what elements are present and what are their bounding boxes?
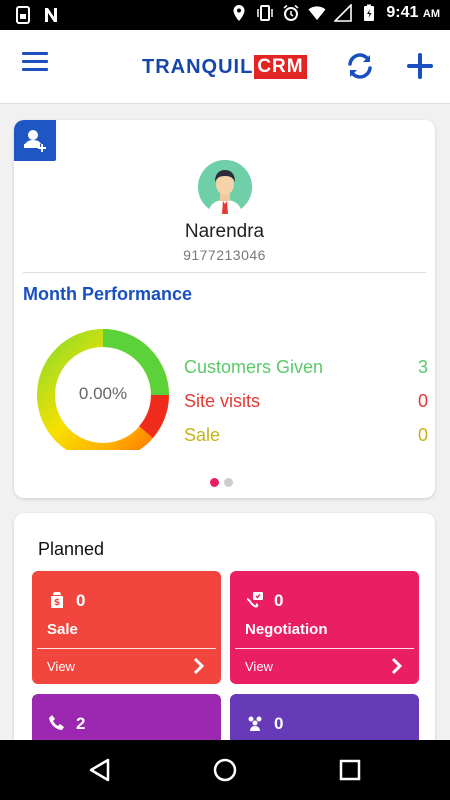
- clock: 9:41 AM: [386, 4, 440, 22]
- add-user-icon: [24, 130, 46, 152]
- phone-icon: [49, 715, 64, 730]
- tile-divider: [235, 648, 414, 649]
- tile-count: 0: [76, 591, 86, 610]
- vibrate-icon: [257, 5, 274, 21]
- battery-charging-icon: [364, 4, 375, 21]
- tile-count: 2: [76, 714, 86, 733]
- logo-text-crm: CRM: [254, 55, 307, 79]
- metric-value: 0: [417, 425, 428, 445]
- tile-view-link[interactable]: View: [47, 659, 75, 674]
- n-logo-icon: [45, 8, 57, 22]
- metric-sale: Sale 0: [184, 425, 428, 446]
- refresh-icon: [348, 53, 372, 79]
- menu-icon-bar: [22, 60, 48, 63]
- divider: [23, 272, 426, 273]
- page-dot[interactable]: [224, 478, 233, 487]
- menu-button[interactable]: [22, 52, 48, 74]
- add-user-button[interactable]: [14, 120, 56, 161]
- performance-card: Narendra 9177213046 Month Performance 0.…: [14, 120, 435, 498]
- refresh-button[interactable]: [344, 50, 376, 82]
- user-phone: 9177213046: [183, 247, 266, 263]
- metric-customers-given: Customers Given 3: [184, 357, 428, 378]
- metric-label: Customers Given: [184, 357, 324, 377]
- avatar-icon: [198, 160, 252, 214]
- page-indicator: [210, 478, 233, 487]
- tile-view-link[interactable]: View: [245, 659, 273, 674]
- app-logo: TRANQUIL CRM: [142, 54, 307, 80]
- menu-icon-bar: [22, 68, 48, 71]
- tile-count: 0: [274, 591, 284, 610]
- tile-count: 0: [274, 714, 284, 733]
- signal-icon: [334, 4, 353, 22]
- planned-title: Planned: [38, 539, 105, 559]
- plus-icon: [407, 53, 433, 79]
- metric-value: 0: [417, 391, 428, 411]
- recents-icon[interactable]: [338, 758, 362, 782]
- planned-negotiation-tile[interactable]: 0 Negotiation View: [230, 571, 419, 684]
- location-icon: [233, 5, 245, 21]
- alarm-icon: [283, 4, 299, 21]
- chevron-right-icon[interactable]: [391, 657, 403, 675]
- month-performance-title: Month Performance: [23, 284, 193, 304]
- menu-icon-bar: [22, 52, 48, 55]
- sale-bag-icon: $: [51, 592, 63, 608]
- clock-ampm: AM: [422, 8, 440, 20]
- sim-card-icon: [16, 6, 30, 24]
- home-icon[interactable]: [212, 757, 238, 783]
- meeting-icon: [248, 716, 262, 731]
- wifi-icon: [308, 6, 326, 21]
- add-button[interactable]: [404, 50, 436, 82]
- back-icon[interactable]: [88, 757, 112, 783]
- page-dot-active[interactable]: [210, 478, 219, 487]
- planned-sale-tile[interactable]: $ 0 Sale View: [32, 571, 221, 684]
- status-bar: 9:41 AM: [0, 0, 450, 30]
- svg-text:$: $: [54, 598, 60, 608]
- logo-text-tranquil: TRANQUIL: [142, 55, 254, 78]
- planned-card: Planned $ 0 Sale View 0 Negotiation View…: [14, 513, 435, 800]
- app-bar: TRANQUIL CRM: [0, 30, 450, 104]
- negotiation-icon: [246, 592, 263, 608]
- user-name: Narendra: [184, 221, 265, 242]
- tile-label: Negotiation: [245, 621, 328, 638]
- chevron-right-icon[interactable]: [193, 657, 205, 675]
- tile-label: Sale: [47, 621, 78, 638]
- metric-value: 3: [417, 357, 428, 377]
- clock-time: 9:41: [386, 4, 419, 21]
- metric-label: Sale: [184, 425, 221, 445]
- navigation-bar: [0, 740, 450, 800]
- metric-label: Site visits: [184, 391, 261, 411]
- tile-divider: [37, 648, 216, 649]
- metric-site-visits: Site visits 0: [184, 391, 428, 412]
- gauge-percent: 0.00%: [78, 384, 128, 403]
- avatar: [198, 160, 252, 214]
